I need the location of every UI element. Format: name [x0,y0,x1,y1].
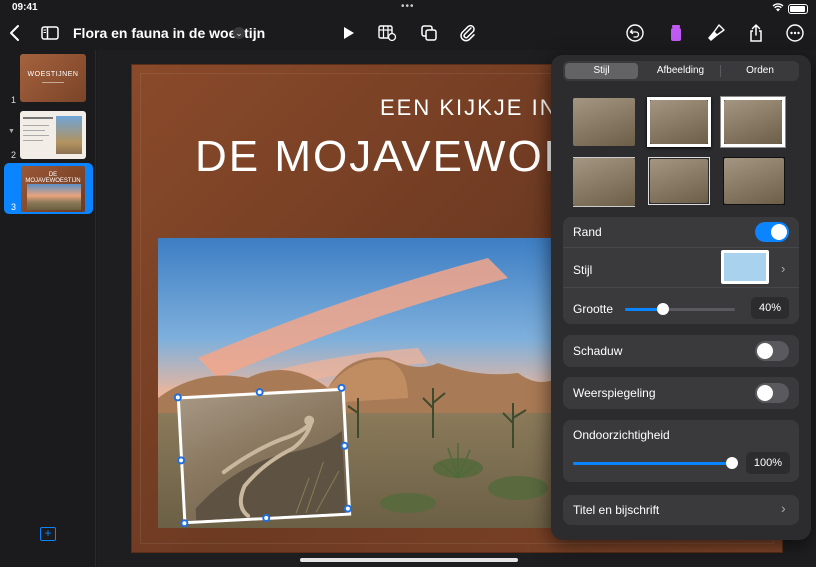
chevron-down-icon[interactable]: ⌄ [233,27,245,39]
slide-thumbnail-title: DE MOJAVEWOESTIJN [25,172,81,184]
slide-number: 1 [11,95,17,105]
opacity-slider[interactable] [573,457,738,469]
format-icon[interactable] [663,20,689,46]
style-preset-4[interactable] [573,157,635,207]
shadow-label: Schaduw [573,344,623,358]
more-icon[interactable] [782,20,808,46]
wifi-icon [772,2,784,15]
opacity-label: Ondoorzichtigheid [573,428,670,442]
caption-label: Titel en bijschrift [573,503,660,517]
reflection-label: Weerspiegeling [573,386,656,400]
size-label: Grootte [573,302,614,316]
add-slide-button[interactable]: + [40,527,56,541]
slide-thumbnail-2[interactable] [20,111,86,159]
size-slider[interactable] [625,303,735,315]
disclosure-triangle-icon[interactable]: ▼ [8,128,15,135]
style-preset-3[interactable] [720,96,786,148]
slide-title[interactable]: DE MOJAVEWOESTIJN [195,132,551,182]
border-label: Rand [573,225,602,239]
border-toggle[interactable] [755,222,789,242]
slide-thumbnail-1[interactable]: WOESTIJNEN [20,54,86,102]
tab-image[interactable]: Afbeelding [644,63,717,79]
toolbar: Flora en fauna in de woestijn ⌄ [0,16,816,50]
size-value[interactable]: 40% [751,297,789,319]
chevron-left-icon[interactable] [2,20,28,46]
shadow-toggle[interactable] [755,341,789,361]
table-icon[interactable] [374,20,400,46]
multitasking-dots[interactable]: ••• [401,1,415,12]
format-popover: Stijl Afbeelding Orden Rand Stijl › Groo… [551,55,811,540]
slide-thumbnail-3[interactable]: DE MOJAVEWOESTIJN [20,165,86,213]
undo-icon[interactable] [622,20,648,46]
sidebar-icon[interactable] [37,20,63,46]
selected-lizard-photo[interactable] [173,383,353,528]
slide-number: 3 [11,202,17,212]
chevron-right-icon[interactable]: › [781,261,785,276]
shapes-icon[interactable] [416,20,442,46]
tab-arrange[interactable]: Orden [723,63,797,79]
paperclip-icon[interactable] [455,20,481,46]
battery-icon [788,4,808,14]
share-icon[interactable] [743,20,769,46]
status-bar: 09:41 ••• [0,0,816,16]
reflection-group: Weerspiegeling [563,377,799,409]
slide-thumbnail-title: WOESTIJNEN [27,71,79,78]
tab-style[interactable]: Stijl [565,63,638,79]
home-indicator [300,558,518,562]
clock: 09:41 [12,2,38,13]
slide-number: 2 [11,150,17,160]
slide-subtitle[interactable]: EEN KIJKJE IN [380,95,558,121]
chevron-right-icon: › [781,500,786,516]
brush-icon[interactable] [703,20,729,46]
caption-row[interactable]: Titel en bijschrift › [563,495,799,525]
play-icon[interactable] [335,20,361,46]
style-preset-5[interactable] [648,157,710,205]
border-group: Rand Stijl › Grootte 40% [563,217,799,324]
opacity-group: Ondoorzichtigheid 100% [563,420,799,482]
style-label: Stijl [573,263,593,277]
style-preset-1[interactable] [573,98,635,146]
shadow-group: Schaduw [563,335,799,367]
border-style-swatch[interactable] [721,250,769,284]
reflection-toggle[interactable] [755,383,789,403]
segmented-control: Stijl Afbeelding Orden [563,61,799,81]
style-preset-6[interactable] [723,157,785,205]
opacity-value[interactable]: 100% [746,452,790,474]
style-preset-2[interactable] [647,97,711,147]
